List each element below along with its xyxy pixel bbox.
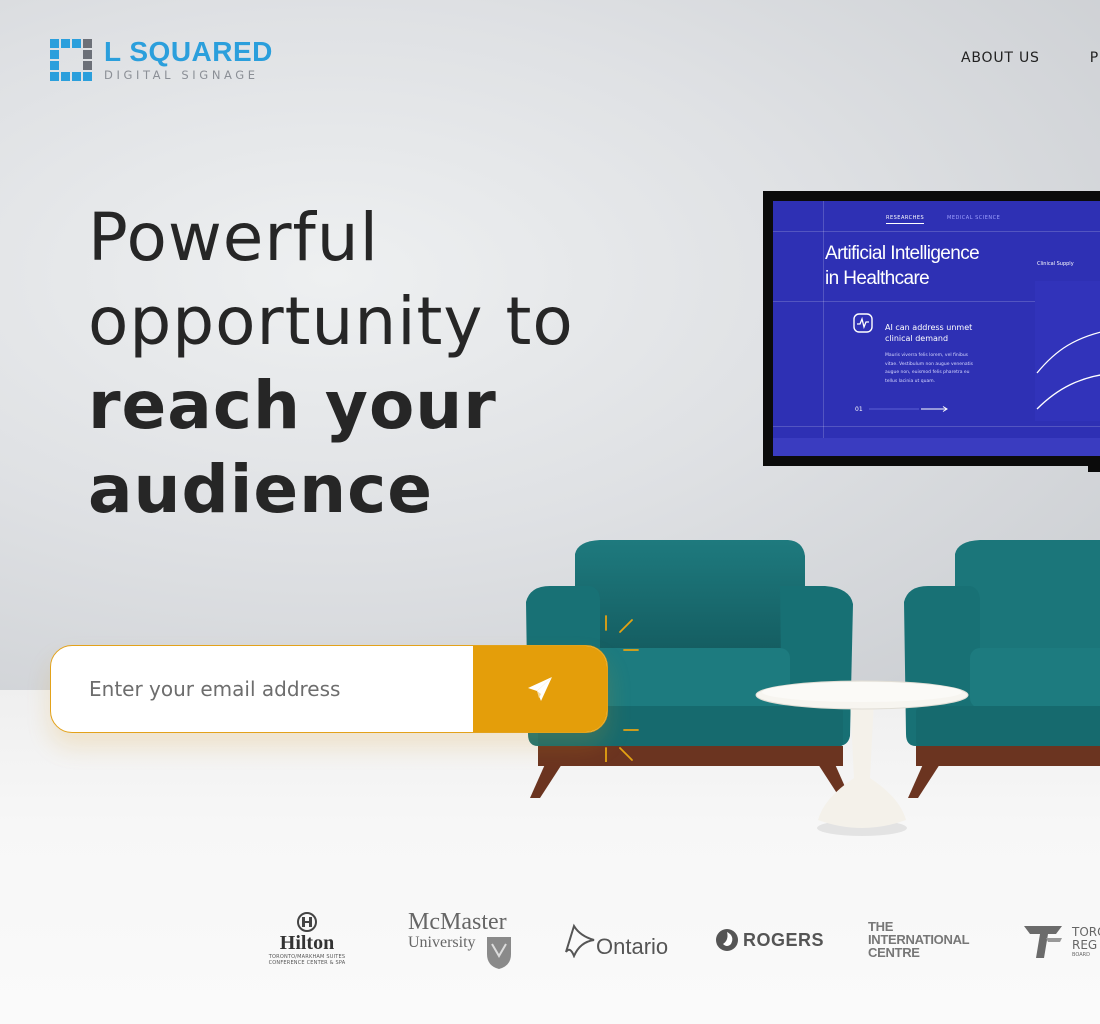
partner-logo-rogers: ROGERS <box>715 928 835 954</box>
mcmaster-crest-icon <box>487 937 511 969</box>
ontario-trillium-icon <box>565 923 595 958</box>
email-signup-form <box>50 645 608 733</box>
email-input[interactable] <box>51 646 473 732</box>
hero-line-2: opportunity to <box>88 283 574 360</box>
partner-logos: Hilton TORONTO/MARKHAM SUITES CONFERENCE… <box>0 900 1100 980</box>
hilton-emblem-icon <box>297 912 317 932</box>
nav-item-truncated[interactable]: P <box>1090 50 1099 66</box>
logo-brand-text: L SQUARED <box>104 36 273 67</box>
marble-side-table <box>755 680 969 836</box>
tv-headline: Artificial Intelligence in Healthcare <box>825 241 1025 291</box>
tv-line-chart <box>1035 281 1100 421</box>
tv-card-body: Mauris viverra felis lorem, vel finibus … <box>885 353 973 384</box>
tv-headline-line-2: in Healthcare <box>825 268 930 289</box>
partner-name: McMaster <box>408 909 507 935</box>
toronto-board-mark-icon <box>1024 926 1062 958</box>
hero-line-1: Powerful <box>88 199 379 276</box>
hero-line-4: audience <box>88 451 434 528</box>
site-logo[interactable]: L SQUARED DIGITAL SIGNAGE <box>50 38 273 82</box>
hero-line-3: reach your <box>88 367 497 444</box>
tv-side-label: Clinical Supply <box>1037 261 1074 267</box>
partner-logo-mcmaster: McMaster University <box>408 909 518 969</box>
hero-headline: Powerful opportunity to reach your audie… <box>88 196 648 532</box>
rogers-swirl-icon <box>716 929 738 951</box>
tv-slide-number: 01 <box>855 406 863 413</box>
tv-footer-band <box>773 438 1100 456</box>
partner-sub: REG <box>1072 938 1098 952</box>
partner-sub: TORONTO/MARKHAM SUITES CONFERENCE CENTER… <box>268 954 346 966</box>
send-button[interactable] <box>473 646 607 732</box>
partner-name: Hilton <box>279 932 335 954</box>
paper-plane-icon <box>528 677 552 701</box>
heartbeat-icon <box>853 313 873 333</box>
tv-screen: RESEARCHES MEDICAL SCIENCE Artificial In… <box>773 201 1100 456</box>
tv-tab-researches: RESEARCHES <box>886 215 925 224</box>
partner-name: Ontario <box>596 934 669 959</box>
tv-progress-arrow <box>869 406 948 412</box>
nav-about-us[interactable]: ABOUT US <box>961 50 1040 66</box>
partner-logo-ontario: Ontario <box>560 922 670 962</box>
main-nav: ABOUT US P <box>961 50 1099 66</box>
partner-sub-2: BOARD <box>1072 952 1090 958</box>
logo-tagline: DIGITAL SIGNAGE <box>104 68 259 82</box>
tv-display: RESEARCHES MEDICAL SCIENCE Artificial In… <box>763 191 1100 466</box>
logo-grid-icon <box>50 39 92 81</box>
partner-name: ROGERS <box>743 930 825 950</box>
tv-edge <box>1088 460 1100 472</box>
tv-card-title: AI can address unmet clinical demand <box>885 323 973 343</box>
tv-headline-line-1: Artificial Intelligence <box>825 243 980 264</box>
tv-tab-medical: MEDICAL SCIENCE <box>947 215 1001 221</box>
partner-logo-toronto-board: TORO REG BOARD <box>1022 922 1100 962</box>
partner-name: THE INTERNATIONAL CENTRE <box>868 919 970 960</box>
partner-logo-international-centre: THE INTERNATIONAL CENTRE <box>868 920 980 959</box>
partner-logo-hilton: Hilton TORONTO/MARKHAM SUITES CONFERENCE… <box>262 912 352 966</box>
